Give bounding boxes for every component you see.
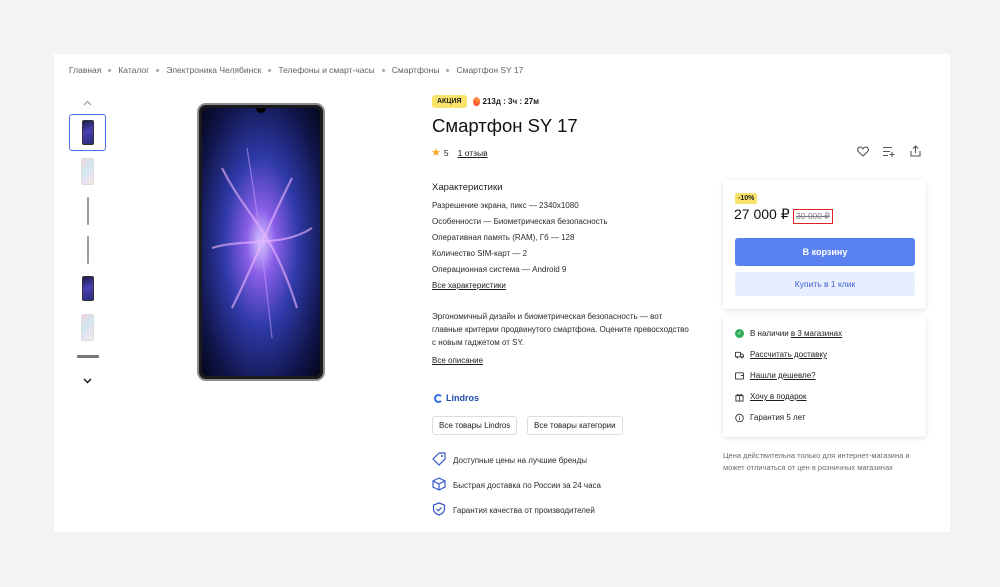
feature-quality: Гарантия качества от производителей (432, 502, 595, 518)
brand-products-button[interactable]: Все товары Lindros (432, 416, 518, 435)
gift-row[interactable]: Хочу в подарок (735, 392, 807, 401)
brand-logo-icon (434, 393, 443, 403)
store-info-box: ✓ В наличии в 3 магазинах Рассчитать дос… (723, 316, 926, 437)
check-icon: ✓ (735, 329, 744, 338)
thumbnail-side-2[interactable] (69, 231, 106, 268)
add-to-cart-button[interactable]: В корзину (735, 238, 915, 266)
brand-logo[interactable]: Lindros (434, 393, 479, 403)
thumbnail-back[interactable] (69, 153, 106, 190)
truck-icon (735, 350, 744, 359)
spec-sim: Количество SIM-карт — 2 (432, 249, 528, 258)
product-card: Главная Каталог Электроника Челябинск Те… (54, 54, 950, 532)
promo-timer-value: 213д : 3ч : 27м (482, 97, 540, 106)
breadcrumb-electronics[interactable]: Электроника Челябинск (166, 65, 261, 75)
category-products-button[interactable]: Все товары категории (527, 416, 623, 435)
breadcrumb-current: Смартфон SY 17 (456, 65, 524, 75)
promo-badge: АКЦИЯ (432, 95, 467, 108)
chevron-down-icon[interactable] (69, 372, 106, 390)
specs-title: Характеристики (432, 182, 503, 193)
feature-prices: Доступные цены на лучшие бренды (432, 452, 587, 468)
stock-prefix: В наличии (750, 329, 791, 338)
feature-label: Быстрая доставка по России за 24 часа (453, 480, 601, 490)
current-price: 27 000 ₽ (734, 206, 790, 222)
rating: ★ 5 1 отзыв (431, 146, 488, 159)
feature-label: Доступные цены на лучшие бренды (453, 455, 588, 465)
breadcrumb-separator (446, 68, 450, 72)
product-title: Смартфон SY 17 (432, 115, 578, 136)
phone-edge-image (76, 354, 99, 358)
breadcrumb-separator (108, 68, 112, 72)
thumbnail-back-2[interactable] (69, 309, 106, 346)
rating-value: 5 (443, 147, 449, 158)
stock-stores-link[interactable]: в 3 магазинах (791, 329, 842, 338)
breadcrumb-separator (268, 68, 272, 72)
gift-link[interactable]: Хочу в подарок (750, 392, 807, 401)
breadcrumb-catalog[interactable]: Каталог (118, 65, 149, 75)
delivery-link[interactable]: Рассчитать доставку (750, 350, 827, 359)
spec-features: Особенности — Биометрическая безопасност… (432, 217, 608, 226)
delivery-row[interactable]: Рассчитать доставку (735, 350, 827, 359)
phone-front-image (81, 276, 94, 301)
breadcrumb: Главная Каталог Электроника Челябинск Те… (69, 65, 523, 75)
info-icon (735, 413, 744, 422)
phone-screen (202, 108, 320, 376)
gift-icon (735, 392, 744, 401)
price-disclaimer: Цена действительна только для интернет-м… (723, 451, 910, 472)
discount-badge: -10% (735, 193, 758, 204)
breadcrumb-phones[interactable]: Телефоны и смарт-часы (278, 65, 374, 75)
brand-name: Lindros (446, 393, 479, 403)
breadcrumb-home[interactable]: Главная (69, 65, 101, 75)
thumbnail-gallery (69, 94, 106, 390)
shield-icon (432, 502, 446, 518)
price-box: -10% 27 000 ₽ 30 000 ₽ В корзину Купить … (723, 180, 926, 309)
product-main-image (197, 103, 325, 381)
phone-front-image (81, 120, 94, 145)
tag-icon (432, 452, 446, 468)
chevron-up-icon[interactable] (69, 94, 106, 112)
warranty-row: Гарантия 5 лет (735, 413, 806, 422)
compare-icon[interactable] (881, 143, 897, 159)
fire-icon (472, 97, 480, 106)
all-description-link[interactable]: Все описание (432, 356, 483, 365)
reviews-link[interactable]: 1 отзыв (458, 148, 488, 158)
breadcrumb-separator (381, 68, 385, 72)
phone-side-image (86, 196, 89, 225)
thumbnail-front[interactable] (69, 114, 106, 151)
promo-timer: 213д : 3ч : 27м (472, 97, 540, 106)
spec-os: Операционная система — Android 9 (432, 265, 567, 274)
feature-delivery: Быстрая доставка по России за 24 часа (432, 477, 601, 493)
product-description: Эргономичный дизайн и биометрическая без… (432, 312, 689, 347)
found-cheaper-link[interactable]: Нашли дешевле? (750, 371, 816, 380)
spec-ram: Оперативная память (RAM), Гб — 128 (432, 233, 575, 242)
phone-side-image (86, 235, 89, 264)
all-specs-link[interactable]: Все характеристики (432, 281, 506, 290)
heart-icon[interactable] (855, 143, 871, 159)
old-price: 30 000 ₽ (793, 209, 833, 224)
buy-one-click-button[interactable]: Купить в 1 клик (735, 272, 915, 296)
stock-row: ✓ В наличии в 3 магазинах (735, 329, 842, 338)
box-icon (432, 477, 446, 493)
wallet-icon (735, 371, 744, 380)
star-icon: ★ (431, 147, 441, 159)
promo-row: АКЦИЯ 213д : 3ч : 27м (432, 95, 539, 108)
thumbnail-front-2[interactable] (69, 270, 106, 307)
spec-resolution: Разрешение экрана, пикс — 2340х1080 (432, 201, 579, 210)
thumbnail-flat[interactable] (69, 349, 106, 363)
stock-text: В наличии в 3 магазинах (750, 329, 842, 338)
cheaper-row[interactable]: Нашли дешевле? (735, 371, 816, 380)
phone-back-image (81, 158, 94, 185)
thumbnail-side[interactable] (69, 192, 106, 229)
feature-label: Гарантия качества от производителей (453, 505, 595, 515)
phone-back-image (81, 314, 94, 341)
share-icon[interactable] (907, 143, 923, 159)
breadcrumb-separator (156, 68, 160, 72)
breadcrumb-smartphones[interactable]: Смартфоны (392, 65, 440, 75)
warranty-text: Гарантия 5 лет (750, 413, 806, 422)
